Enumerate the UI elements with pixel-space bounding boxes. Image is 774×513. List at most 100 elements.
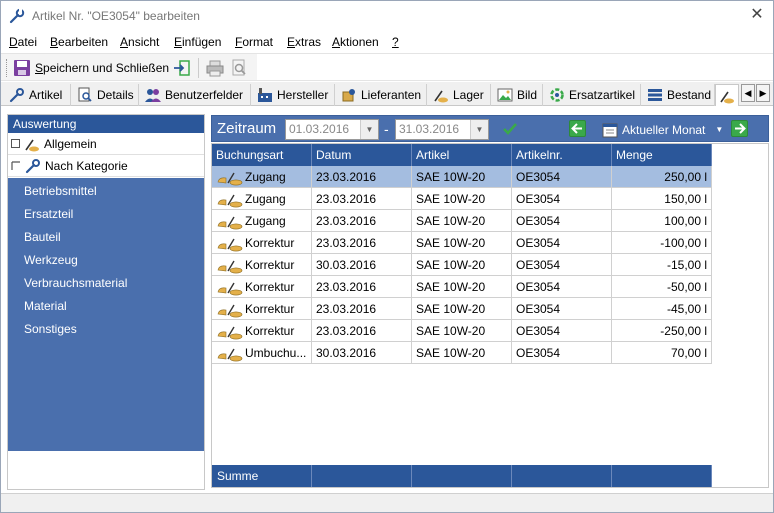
column-header-datum[interactable]: Datum — [312, 144, 412, 166]
bookings-grid: Buchungsart Datum Artikel Artikelnr. Men… — [211, 143, 769, 488]
tab-bestand[interactable]: Bestand — [641, 84, 715, 106]
cell-datum: 23.03.2016 — [312, 188, 412, 210]
next-period-button[interactable] — [731, 120, 748, 137]
stock-booking-icon — [217, 326, 243, 340]
supplier-icon — [342, 89, 355, 102]
cell-datum: 23.03.2016 — [312, 320, 412, 342]
column-header-artikel[interactable]: Artikel — [412, 144, 512, 166]
date-from-field[interactable]: 01.03.2016 ▼ — [285, 119, 379, 140]
cell-buchungsart: Korrektur — [212, 232, 312, 254]
cell-buchungsart: Zugang — [212, 188, 312, 210]
save-and-close-button[interactable]: Speichern und Schließen — [13, 58, 169, 78]
cell-menge: 100,00 l — [612, 210, 712, 232]
stock-booking-icon — [217, 172, 243, 186]
table-row[interactable]: Umbuchu... 30.03.2016 SAE 10W-20 OE3054 70,0… — [212, 342, 712, 364]
cell-buchungsart: Korrektur — [212, 298, 312, 320]
tab-buchungen[interactable] — [715, 84, 739, 106]
print-preview-icon[interactable] — [230, 59, 248, 77]
category-item[interactable]: Material — [24, 299, 67, 313]
table-row[interactable]: Korrektur 23.03.2016 SAE 10W-20 OE3054 -45,0… — [212, 298, 712, 320]
oil-can-icon — [720, 91, 734, 103]
category-item[interactable]: Ersatzteil — [24, 207, 73, 221]
category-list: Betriebsmittel Ersatzteil Bauteil Werkze… — [8, 178, 204, 451]
wrench-icon — [25, 158, 40, 173]
printer-icon[interactable] — [206, 59, 224, 77]
checkmark-icon[interactable] — [502, 121, 518, 137]
cell-artikelnr: OE3054 — [512, 188, 612, 210]
tab-benutzerfelder[interactable]: Benutzerfelder — [139, 84, 251, 106]
date-range-dash: - — [384, 121, 389, 137]
status-bar — [1, 493, 773, 512]
column-header-buchungsart[interactable]: Buchungsart — [212, 144, 312, 166]
table-row[interactable]: Zugang 23.03.2016 SAE 10W-20 OE3054 250,00 l — [212, 166, 712, 188]
menu-aktionen[interactable]: Aktionen — [332, 35, 379, 49]
menu-einfuegen[interactable]: Einfügen — [174, 35, 221, 49]
summary-label: Summe — [212, 465, 312, 487]
category-item[interactable]: Verbrauchsmaterial — [24, 276, 127, 290]
period-selector[interactable]: Aktueller Monat ▼ — [602, 119, 723, 140]
close-icon: ✕ — [750, 6, 764, 23]
category-item[interactable]: Bauteil — [24, 230, 61, 244]
menu-bearbeiten[interactable]: Bearbeiten — [50, 35, 108, 49]
tab-lager[interactable]: Lager — [427, 84, 491, 106]
close-button[interactable]: ✕ — [747, 5, 767, 25]
table-row[interactable]: Korrektur 30.03.2016 SAE 10W-20 OE3054 -15,0… — [212, 254, 712, 276]
toolbar-grip[interactable] — [6, 59, 9, 77]
tree-collapse-icon[interactable] — [11, 160, 21, 171]
chevron-right-icon: ▶ — [759, 88, 767, 98]
stock-booking-icon — [217, 348, 243, 362]
tab-hersteller[interactable]: Hersteller — [251, 84, 335, 106]
cell-menge: -100,00 l — [612, 232, 712, 254]
calendar-dropdown-icon[interactable]: ▼ — [470, 120, 488, 139]
exit-icon[interactable] — [173, 59, 191, 77]
checkbox[interactable] — [11, 139, 20, 148]
cell-artikel: SAE 10W-20 — [412, 320, 512, 342]
category-item[interactable]: Werkzeug — [24, 253, 78, 267]
period-label: Zeitraum — [217, 120, 277, 137]
tab-ersatzartikel[interactable]: Ersatzartikel — [543, 84, 641, 106]
tab-lieferanten[interactable]: Lieferanten — [335, 84, 427, 106]
menu-format[interactable]: Format — [235, 35, 273, 49]
tab-bild[interactable]: Bild — [491, 84, 543, 106]
stock-booking-icon — [217, 282, 243, 296]
arrow-left-icon — [571, 123, 582, 134]
category-item[interactable]: Betriebsmittel — [24, 184, 97, 198]
stock-booking-icon — [217, 216, 243, 230]
tab-artikel[interactable]: Artikel — [3, 84, 71, 106]
category-item[interactable]: Sonstiges — [24, 322, 77, 336]
previous-period-button[interactable] — [569, 120, 586, 137]
evaluation-row-nach-kategorie[interactable]: Nach Kategorie — [8, 155, 204, 177]
cell-buchungsart: Korrektur — [212, 320, 312, 342]
cell-artikelnr: OE3054 — [512, 320, 612, 342]
cell-datum: 30.03.2016 — [312, 342, 412, 364]
menu-bar: Datei Bearbeiten Ansicht Einfügen Format… — [1, 31, 773, 53]
window-title: Artikel Nr. "OE3054" bearbeiten — [32, 9, 200, 23]
cell-artikel: SAE 10W-20 — [412, 232, 512, 254]
menu-extras[interactable]: Extras — [287, 35, 321, 49]
table-row[interactable]: Zugang 23.03.2016 SAE 10W-20 OE3054 100,00 l — [212, 210, 712, 232]
cell-menge: -45,00 l — [612, 298, 712, 320]
table-row[interactable]: Korrektur 23.03.2016 SAE 10W-20 OE3054 -50,0… — [212, 276, 712, 298]
table-row[interactable]: Zugang 23.03.2016 SAE 10W-20 OE3054 150,00 l — [212, 188, 712, 210]
column-header-artikelnr[interactable]: Artikelnr. — [512, 144, 612, 166]
stock-booking-icon — [217, 304, 243, 318]
menu-datei[interactable]: Datei — [9, 35, 37, 49]
calendar-dropdown-icon[interactable]: ▼ — [360, 120, 378, 139]
cell-menge: 150,00 l — [612, 188, 712, 210]
magnifier-document-icon — [78, 87, 92, 102]
title-bar: Artikel Nr. "OE3054" bearbeiten ✕ — [1, 1, 773, 31]
tab-details[interactable]: Details — [71, 84, 139, 106]
evaluation-row-allgemein[interactable]: Allgemein — [8, 133, 204, 155]
wrench-icon — [9, 8, 25, 24]
table-row[interactable]: Korrektur 23.03.2016 SAE 10W-20 OE3054 -250,… — [212, 320, 712, 342]
warehouse-icon — [434, 90, 448, 103]
tab-scroll-right-button[interactable]: ▶ — [756, 84, 770, 102]
date-to-field[interactable]: 31.03.2016 ▼ — [395, 119, 489, 140]
menu-ansicht[interactable]: Ansicht — [120, 35, 159, 49]
column-header-menge[interactable]: Menge — [612, 144, 712, 166]
tab-scroll-left-button[interactable]: ◀ — [741, 84, 755, 102]
menu-help[interactable]: ? — [392, 35, 399, 49]
tab-bar: Artikel Details Benutzerfelder Herstelle… — [1, 82, 773, 106]
stock-booking-icon — [217, 194, 243, 208]
table-row[interactable]: Korrektur 23.03.2016 SAE 10W-20 OE3054 -100,… — [212, 232, 712, 254]
